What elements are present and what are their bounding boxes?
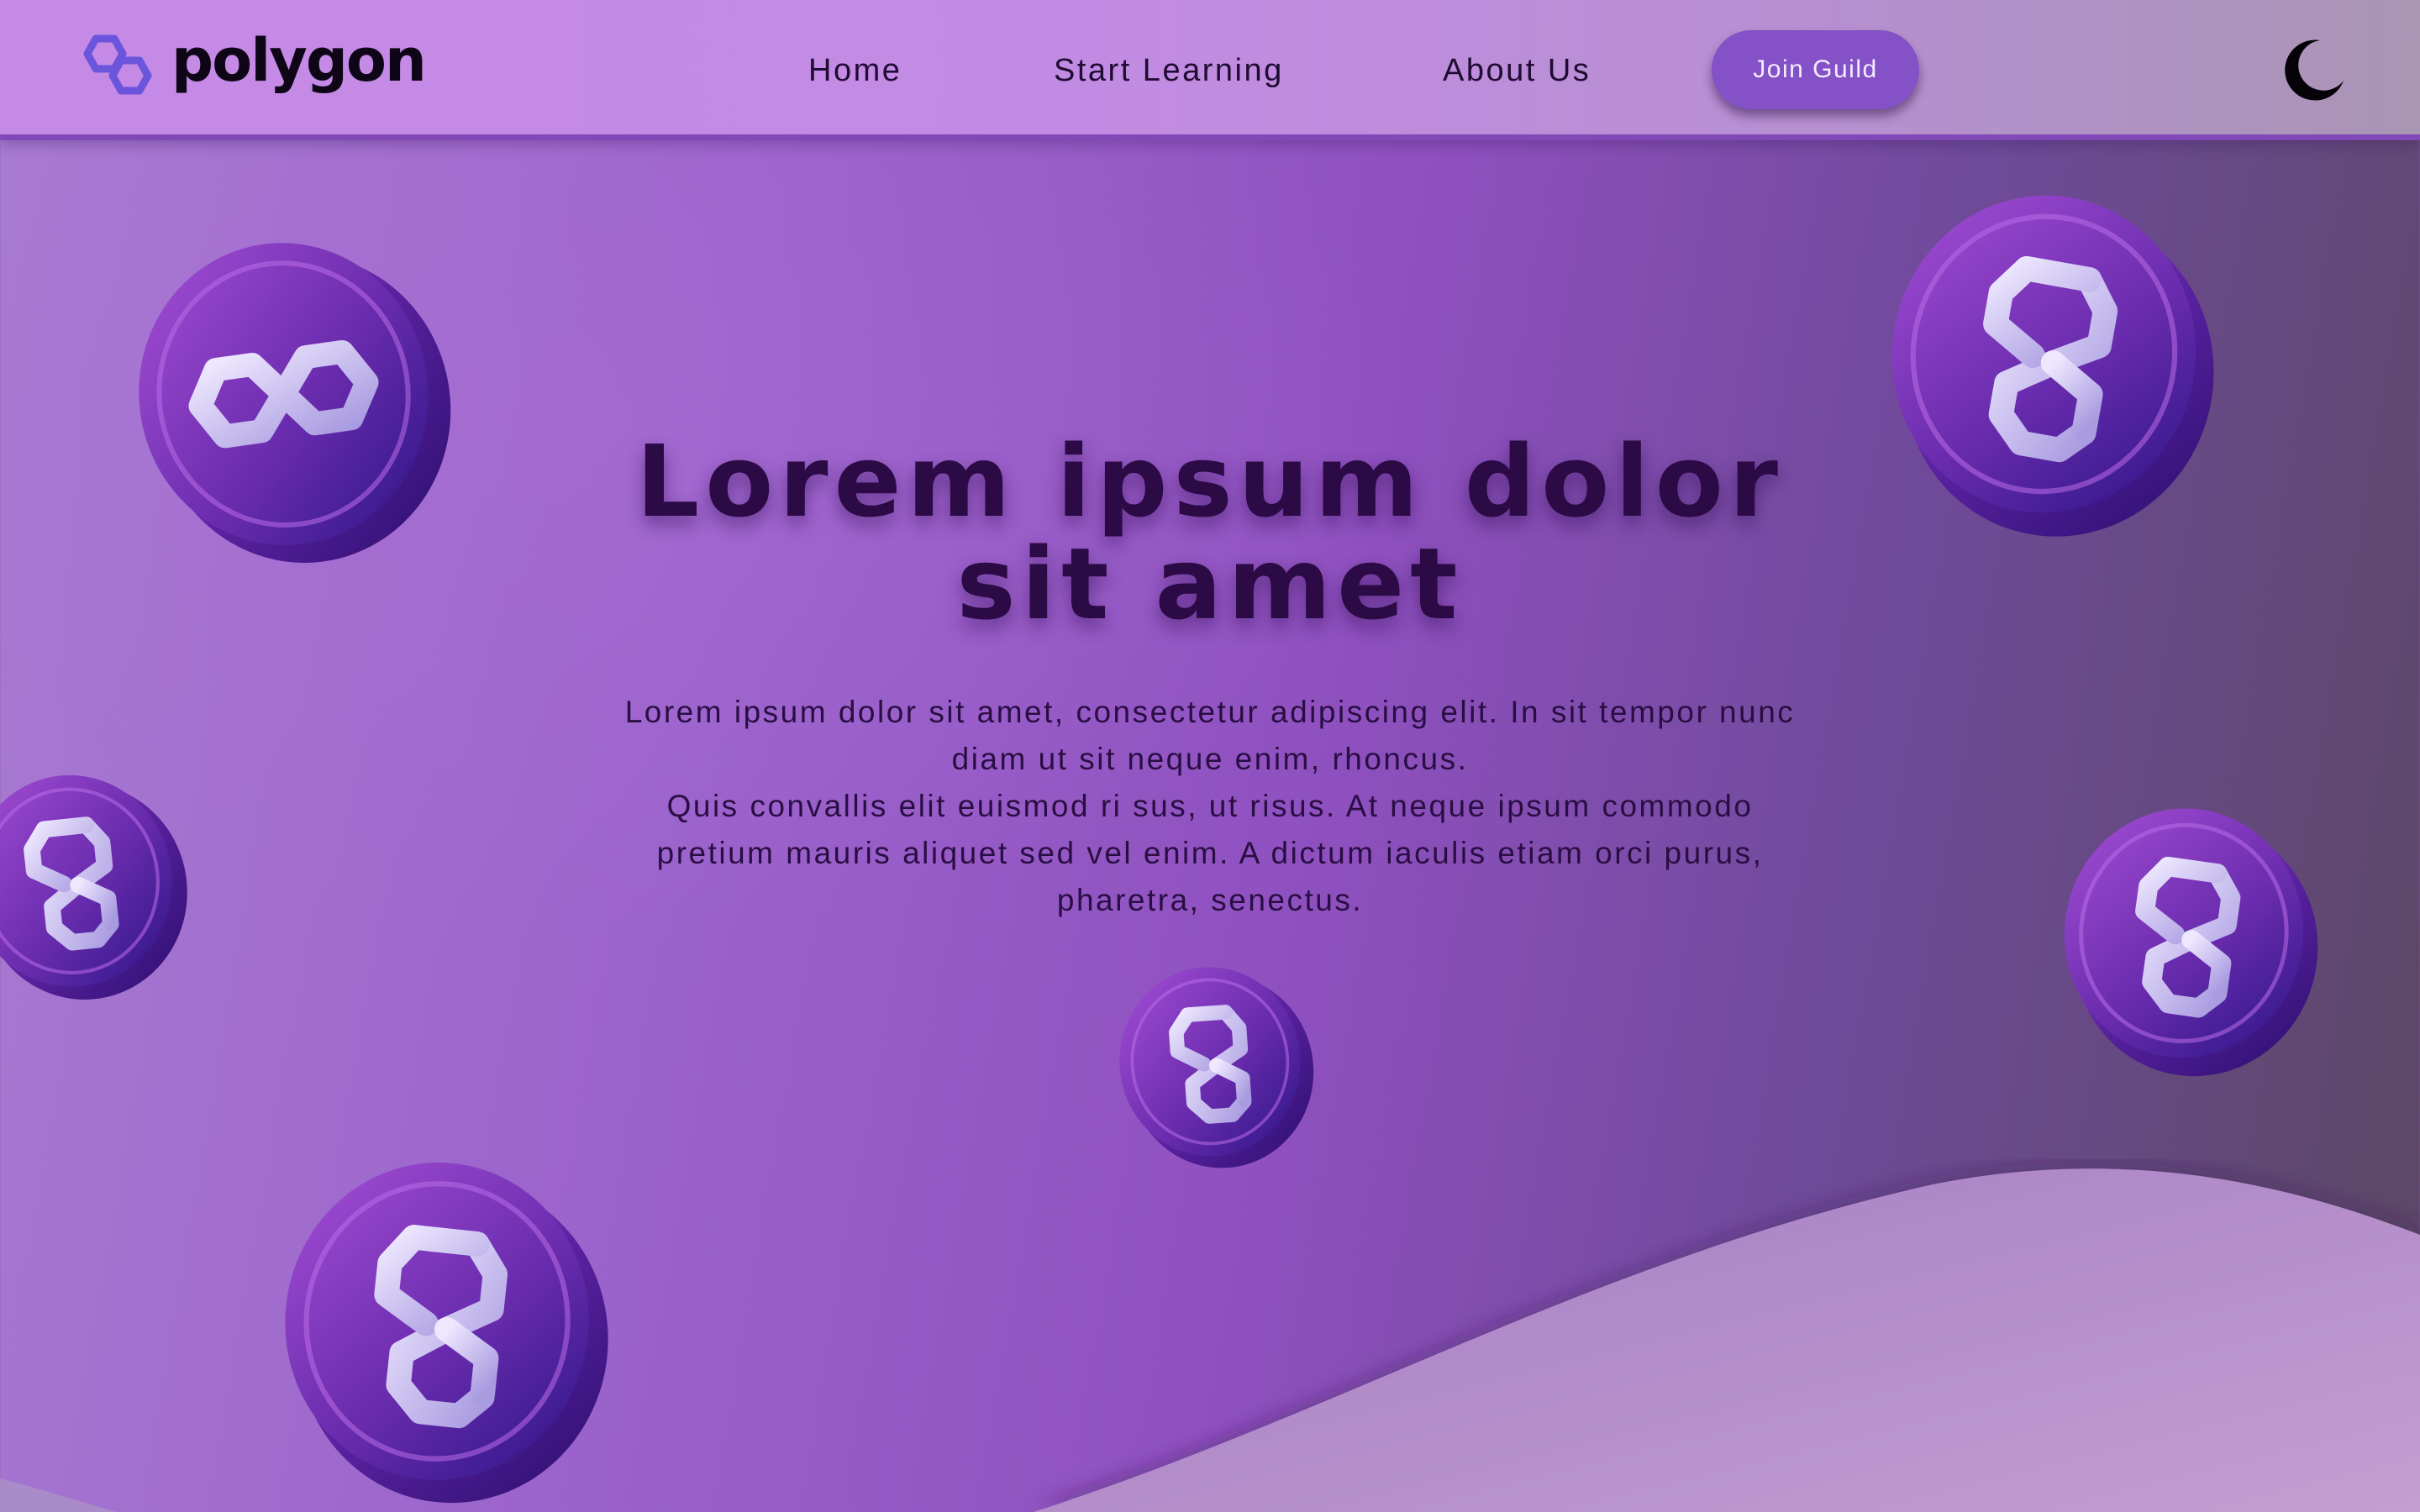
nav-start-learning-link[interactable]: Start Learning — [1054, 49, 1284, 92]
nav-about-us-link[interactable]: About Us — [1443, 49, 1591, 92]
hero-title: Lorem ipsum dolor sit amet — [636, 423, 1784, 642]
polygon-coin-icon — [1845, 150, 2255, 567]
hero-paragraph-2: Quis convallis elit euismod ri sus, ut r… — [656, 789, 1764, 917]
brand-logo[interactable]: polygon — [79, 25, 427, 102]
brand-name: polygon — [171, 26, 427, 95]
polygon-coin-icon — [0, 749, 205, 1016]
nav-home-link[interactable]: Home — [808, 49, 902, 92]
polygon-coin-icon — [2024, 779, 2354, 1094]
polygon-coin-icon — [1102, 948, 1327, 1180]
hero-description: Lorem ipsum dolor sit amet, consectetur … — [605, 689, 1815, 924]
polygon-coin-icon — [100, 198, 482, 595]
moon-icon[interactable] — [2281, 37, 2345, 101]
top-navbar: polygon Home Start Learning About Us Joi… — [0, 0, 2420, 140]
hero-paragraph-1: Lorem ipsum dolor sit amet, consectetur … — [624, 695, 1796, 776]
polygon-coin-icon — [250, 1131, 638, 1512]
polygon-logo-icon — [83, 34, 152, 95]
join-guild-button[interactable]: Join Guild — [1712, 30, 1919, 109]
